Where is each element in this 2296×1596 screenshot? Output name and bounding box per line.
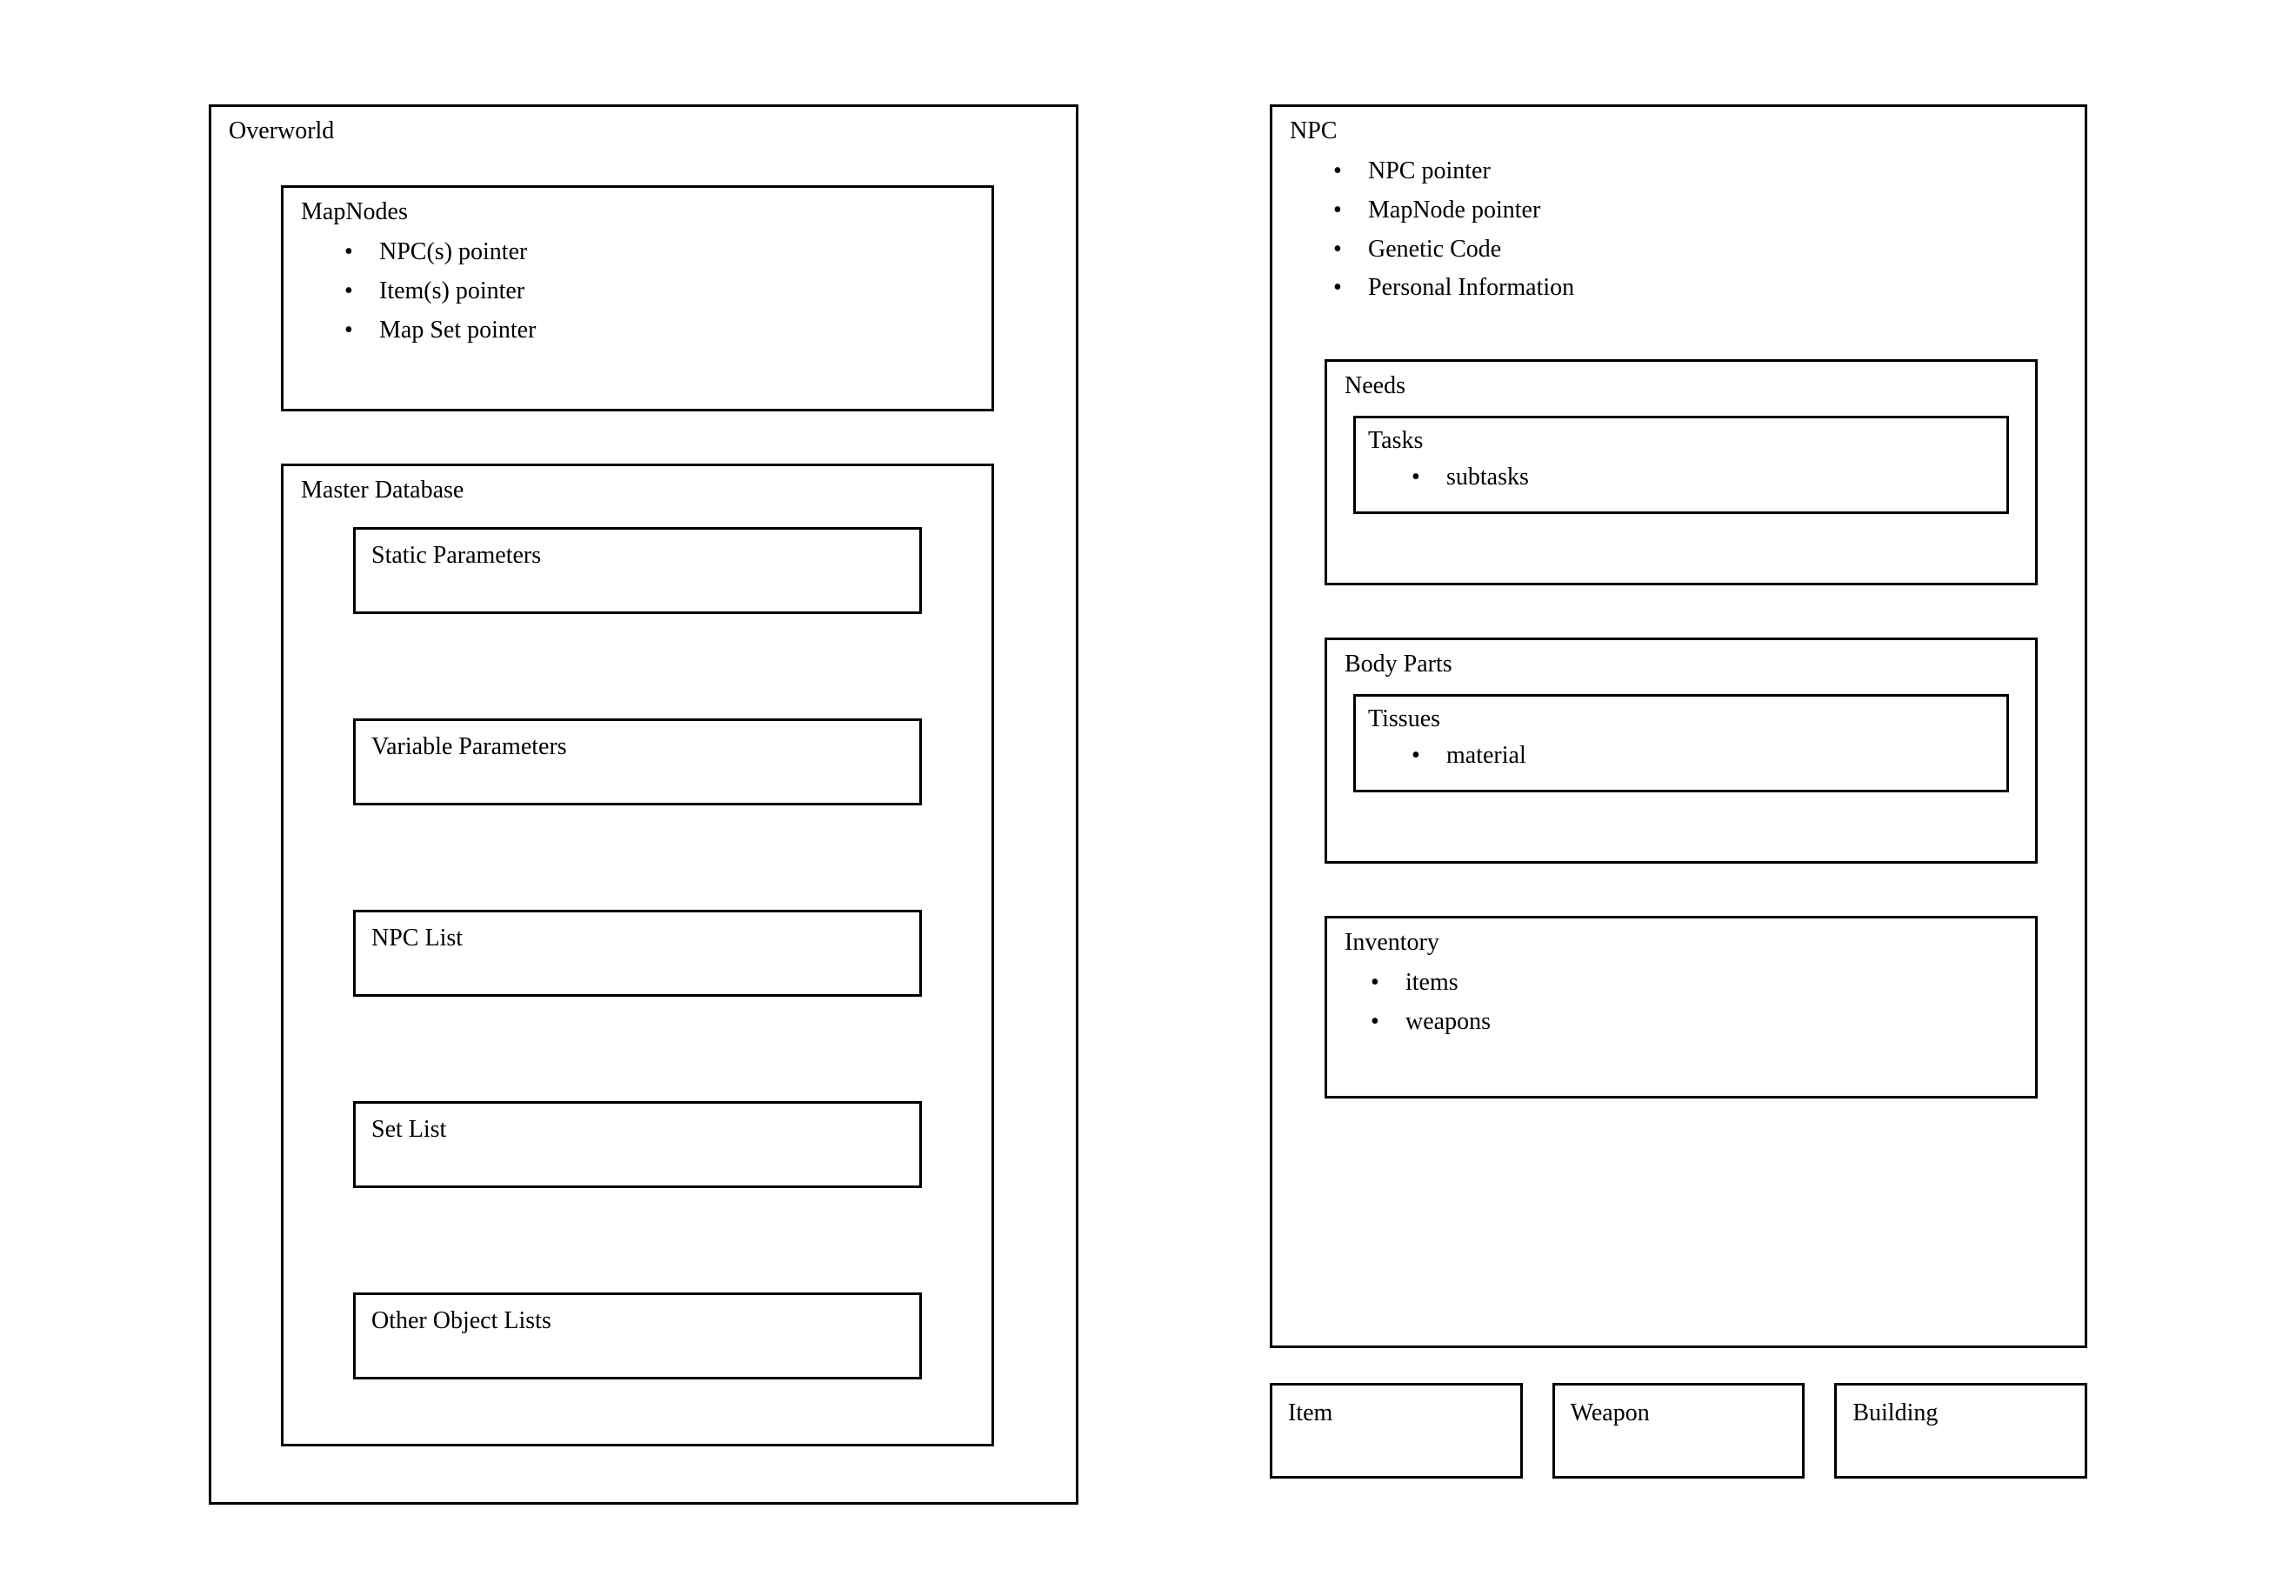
- tissues-list: material: [1368, 733, 1994, 785]
- mapnodes-list: NPC(s) pointer Item(s) pointer Map Set p…: [284, 230, 991, 358]
- npc-attr-list: NPC pointer MapNode pointer Genetic Code…: [1272, 149, 2085, 317]
- tissues-box: Tissues material: [1353, 694, 2009, 792]
- tissues-title: Tissues: [1368, 705, 1994, 733]
- list-item: MapNode pointer: [1333, 191, 2085, 230]
- npc-title: NPC: [1272, 107, 2085, 149]
- db-item-static-parameters: Static Parameters: [353, 527, 922, 614]
- overworld-box: Overworld MapNodes NPC(s) pointer Item(s…: [209, 104, 1078, 1505]
- list-item: items: [1371, 964, 2035, 1003]
- master-database-box: Master Database Static Parameters Variab…: [281, 464, 994, 1446]
- inventory-box: Inventory items weapons: [1325, 916, 2038, 1099]
- needs-box: Needs Tasks subtasks: [1325, 359, 2038, 585]
- body-parts-box: Body Parts Tissues material: [1325, 638, 2038, 864]
- db-item-npc-list: NPC List: [353, 910, 922, 997]
- item-box: Item: [1270, 1383, 1523, 1479]
- list-item: material: [1412, 737, 1994, 776]
- list-item: Item(s) pointer: [344, 272, 991, 311]
- mapnodes-box: MapNodes NPC(s) pointer Item(s) pointer …: [281, 185, 994, 411]
- building-box: Building: [1834, 1383, 2087, 1479]
- db-item-other-object-lists: Other Object Lists: [353, 1292, 922, 1379]
- list-item: subtasks: [1412, 458, 1994, 497]
- list-item: weapons: [1371, 1003, 2035, 1042]
- npc-box: NPC NPC pointer MapNode pointer Genetic …: [1270, 104, 2087, 1348]
- body-parts-title: Body Parts: [1327, 640, 2035, 682]
- list-item: Map Set pointer: [344, 311, 991, 351]
- inventory-title: Inventory: [1327, 918, 2035, 960]
- overworld-title: Overworld: [211, 107, 1076, 149]
- tasks-list: subtasks: [1368, 455, 1994, 506]
- list-item: NPC pointer: [1333, 152, 2085, 191]
- mapnodes-title: MapNodes: [284, 188, 991, 230]
- bottom-row: Item Weapon Building: [1270, 1383, 2087, 1479]
- db-item-set-list: Set List: [353, 1101, 922, 1188]
- tasks-title: Tasks: [1368, 427, 1994, 455]
- weapon-box: Weapon: [1552, 1383, 1805, 1479]
- list-item: NPC(s) pointer: [344, 233, 991, 272]
- tasks-box: Tasks subtasks: [1353, 416, 2009, 514]
- list-item: Genetic Code: [1333, 230, 2085, 270]
- master-database-title: Master Database: [284, 466, 991, 508]
- inventory-list: items weapons: [1327, 960, 2035, 1051]
- list-item: Personal Information: [1333, 269, 2085, 308]
- needs-title: Needs: [1327, 362, 2035, 404]
- db-item-variable-parameters: Variable Parameters: [353, 718, 922, 805]
